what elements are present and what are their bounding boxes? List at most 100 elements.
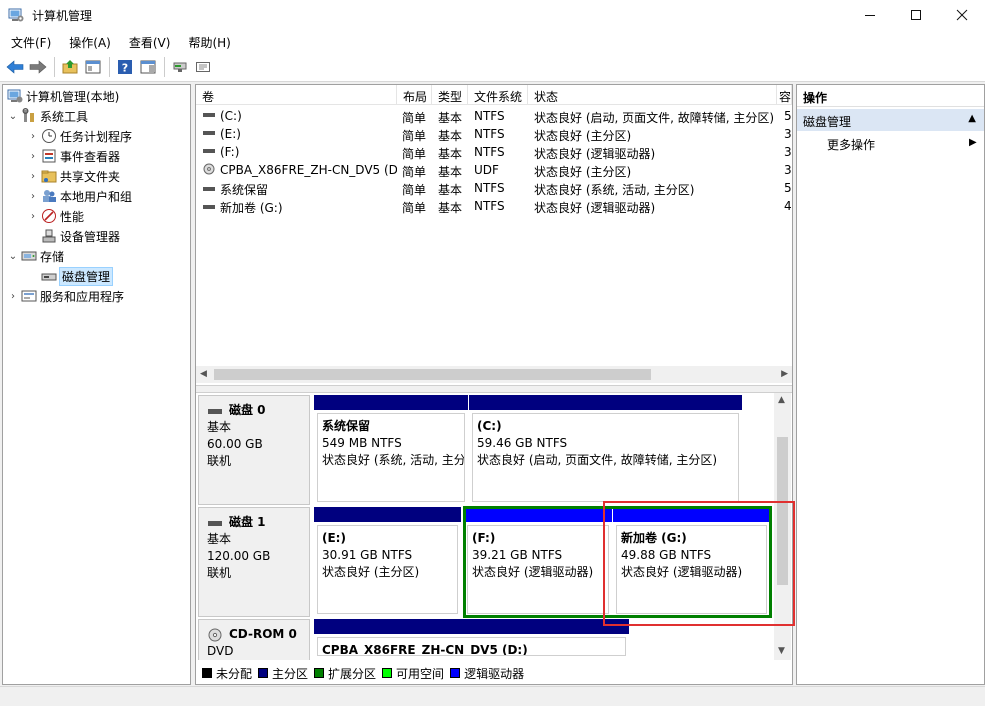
tree-item-shared-folders[interactable]: › 共享文件夹 (27, 166, 120, 186)
disk-row: 磁盘 0 基本 60.00 GB 联机 系统保留 549 MB NTFS 状态良好 (系统,… (196, 395, 774, 507)
chevron-right-icon[interactable]: › (7, 291, 19, 302)
menu-help[interactable]: 帮助(H) (177, 30, 237, 52)
show-hide-action-pane-button[interactable] (137, 56, 159, 78)
minimize-button[interactable] (847, 0, 893, 30)
volume-list: 卷 布局 类型 文件系统 状态 容 (C:) 简单 基本 NTFS 状态良好 (启动, … (196, 85, 792, 385)
volume-name: (F:) (220, 145, 240, 159)
show-hide-console-tree-button[interactable] (82, 56, 104, 78)
partition-block[interactable]: CPBA_X86FRE_ZH-CN_DV5 (D:) (314, 619, 629, 659)
chevron-right-icon[interactable]: › (27, 151, 39, 162)
disk-row: CD-ROM 0 DVD CPBA_X86FRE_ZH-CN_DV5 (D:) (196, 619, 774, 660)
maximize-button[interactable] (893, 0, 939, 30)
menu-file[interactable]: 文件(F) (0, 30, 58, 52)
computer-management-window: 计算机管理 文件(F) 操作(A) 查看(V) 帮助(H) ? 计算机管理(本地… (0, 0, 985, 706)
vertical-scrollbar[interactable]: ▲ ▼ (774, 393, 791, 660)
partition-block[interactable]: (F:) 39.21 GB NTFS 状态良好 (逻辑驱动器) (464, 507, 612, 617)
table-row[interactable]: 系统保留 简单 基本 NTFS 状态良好 (系统, 活动, 主分区) 5 (196, 179, 792, 197)
disk-info[interactable]: CD-ROM 0 DVD (198, 619, 310, 660)
more-actions-item[interactable]: 更多操作 (827, 136, 875, 153)
column-header-status[interactable]: 状态 (528, 85, 777, 105)
close-button[interactable] (939, 0, 985, 30)
scrollbar-thumb[interactable] (214, 369, 651, 380)
partition-body: (C:) 59.46 GB NTFS 状态良好 (启动, 页面文件, 故障转储, 主… (472, 413, 739, 502)
partition-block[interactable]: (C:) 59.46 GB NTFS 状态良好 (启动, 页面文件, 故障转储, 主… (469, 395, 742, 505)
tree-item-task-scheduler[interactable]: › 任务计划程序 (27, 126, 132, 146)
table-row[interactable]: CPBA_X86FRE_ZH-CN_DV5 (D:) 简单 基本 UDF 状态良好 (主… (196, 161, 792, 179)
tree-item-performance[interactable]: › 性能 (27, 206, 84, 226)
table-row[interactable]: (E:) 简单 基本 NTFS 状态良好 (主分区) 3 (196, 125, 792, 143)
table-row[interactable]: (C:) 简单 基本 NTFS 状态良好 (启动, 页面文件, 故障转储, 主分区) 5 (196, 107, 792, 125)
chevron-right-icon[interactable]: › (27, 131, 39, 142)
legend-label: 逻辑驱动器 (464, 666, 525, 681)
legend-swatch (382, 668, 393, 678)
legend-label: 扩展分区 (328, 666, 377, 681)
tree-root[interactable]: 计算机管理(本地) (5, 86, 119, 106)
legend-swatch (202, 668, 212, 678)
chevron-right-icon[interactable]: › (27, 171, 39, 182)
table-cell-layout: 简单 (402, 165, 427, 179)
volume-list-header: 卷 布局 类型 文件系统 状态 容 (196, 85, 792, 105)
tree-item-event-viewer[interactable]: › 事件查看器 (27, 146, 120, 166)
properties-button[interactable] (192, 56, 214, 78)
chevron-right-icon[interactable]: › (27, 191, 39, 202)
collapse-up-icon[interactable]: ▲ (968, 113, 976, 124)
forward-button[interactable] (27, 56, 49, 78)
scroll-down-icon[interactable]: ▼ (778, 646, 785, 656)
scroll-right-icon[interactable]: ▶ (781, 369, 788, 379)
partition-color-bar (314, 507, 461, 522)
tree-item-device-manager[interactable]: 设备管理器 (39, 226, 120, 246)
device-manager-icon (41, 228, 57, 244)
partition-block[interactable]: 新加卷 (G:) 49.88 GB NTFS 状态良好 (逻辑驱动器) (613, 507, 770, 617)
pane-splitter[interactable] (196, 385, 792, 393)
menu-view[interactable]: 查看(V) (118, 30, 178, 52)
column-header-type[interactable]: 类型 (432, 85, 468, 105)
scroll-up-icon[interactable]: ▲ (778, 395, 785, 405)
volume-name: (C:) (220, 109, 242, 123)
chevron-down-icon[interactable]: ⌄ (7, 111, 19, 122)
drive-icon (202, 183, 216, 198)
disk-info[interactable]: 磁盘 0 基本 60.00 GB 联机 (198, 395, 310, 505)
tree-item-disk-management[interactable]: 磁盘管理 (39, 266, 114, 286)
horizontal-scrollbar[interactable]: ◀ ▶ (196, 366, 792, 383)
column-header-filesystem[interactable]: 文件系统 (468, 85, 528, 105)
forward-arrow-icon (29, 59, 47, 74)
table-cell-type: 基本 (438, 201, 463, 215)
partition-block[interactable]: 系统保留 549 MB NTFS 状态良好 (系统, 活动, 主分 (314, 395, 468, 505)
partition-status: 状态良好 (启动, 页面文件, 故障转储, 主分区) (477, 453, 718, 467)
table-row[interactable]: (F:) 简单 基本 NTFS 状态良好 (逻辑驱动器) 3 (196, 143, 792, 161)
partition-block[interactable]: (E:) 30.91 GB NTFS 状态良好 (主分区) (314, 507, 461, 617)
table-cell-type: 基本 (438, 111, 463, 125)
tree-item-storage[interactable]: ⌄ 存储 (7, 246, 64, 266)
help-button[interactable]: ? (114, 56, 136, 78)
chevron-down-icon[interactable]: ⌄ (7, 251, 19, 262)
partition-color-bar (314, 395, 468, 410)
column-header-volume[interactable]: 卷 (196, 85, 397, 105)
legend-label: 可用空间 (396, 666, 445, 681)
connect-button[interactable] (169, 56, 191, 78)
scrollbar-thumb[interactable] (777, 437, 788, 585)
partition-body: (E:) 30.91 GB NTFS 状态良好 (主分区) (317, 525, 458, 614)
up-one-level-button[interactable] (59, 56, 81, 78)
partition-name: (F:) (472, 531, 496, 545)
more-actions-label: 更多操作 (827, 138, 876, 152)
partition-size: 549 MB NTFS (322, 436, 402, 450)
action-pane-icon (140, 60, 156, 73)
scroll-left-icon[interactable]: ◀ (200, 369, 207, 379)
column-header-capacity[interactable]: 容 (777, 85, 792, 105)
tree-label: 任务计划程序 (60, 129, 133, 144)
column-header-layout[interactable]: 布局 (397, 85, 432, 105)
users-icon (41, 188, 57, 204)
chevron-right-icon[interactable]: › (27, 211, 39, 222)
tree-item-local-users[interactable]: › 本地用户和组 (27, 186, 132, 206)
disk-info[interactable]: 磁盘 1 基本 120.00 GB 联机 (198, 507, 310, 617)
tree-label: 性能 (60, 209, 85, 224)
actions-section-disk-management[interactable]: 磁盘管理 ▲ (797, 109, 984, 131)
tree-item-system-tools[interactable]: ⌄ 系统工具 (7, 106, 88, 126)
toolbar-separator (54, 56, 55, 77)
back-button[interactable] (4, 56, 26, 78)
tree-item-services-apps[interactable]: › 服务和应用程序 (7, 286, 124, 306)
menu-action[interactable]: 操作(A) (58, 30, 118, 52)
cd-drive-icon (202, 163, 216, 178)
connect-icon (173, 62, 187, 72)
table-row[interactable]: 新加卷 (G:) 简单 基本 NTFS 状态良好 (逻辑驱动器) 4 (196, 197, 792, 215)
